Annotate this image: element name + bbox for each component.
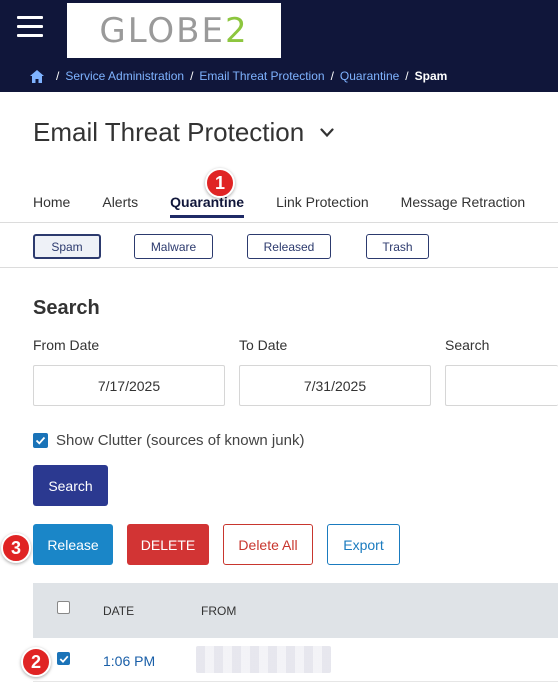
delete-all-button[interactable]: Delete All: [223, 524, 313, 565]
tab-link-protection[interactable]: Link Protection: [276, 194, 369, 222]
show-clutter-row: Show Clutter (sources of known junk): [33, 432, 304, 449]
filter-spam-button[interactable]: Spam: [33, 234, 101, 259]
row-date[interactable]: 1:06 PM: [103, 653, 155, 669]
filter-trash-button[interactable]: Trash: [366, 234, 429, 259]
filter-malware-button[interactable]: Malware: [134, 234, 213, 259]
breadcrumb-separator: /: [405, 69, 409, 83]
breadcrumb-current: Spam: [414, 69, 448, 83]
row-checkbox[interactable]: [57, 652, 70, 665]
to-date-label: To Date: [239, 337, 288, 353]
quarantine-filter-bar: Spam Malware Released Trash: [33, 234, 429, 259]
search-button[interactable]: Search: [33, 465, 108, 506]
checkmark-icon: [59, 655, 68, 663]
breadcrumb: / Service Administration / Email Threat …: [30, 67, 447, 85]
show-clutter-label: Show Clutter (sources of known junk): [56, 432, 305, 449]
breadcrumb-separator: /: [190, 69, 194, 83]
top-navigation-bar: GLOBE2 / Service Administration / Email …: [0, 0, 558, 92]
select-all-checkbox[interactable]: [57, 601, 70, 614]
chevron-down-icon[interactable]: [320, 127, 334, 138]
logo[interactable]: GLOBE2: [67, 3, 281, 58]
breadcrumb-service-administration[interactable]: Service Administration: [65, 69, 184, 83]
from-date-label: From Date: [33, 337, 100, 353]
column-header-from[interactable]: FROM: [201, 604, 236, 618]
page-title-row: Email Threat Protection: [33, 117, 334, 148]
breadcrumb-email-threat-protection[interactable]: Email Threat Protection: [199, 69, 324, 83]
show-clutter-checkbox[interactable]: [33, 433, 48, 448]
table-header: DATE FROM: [33, 583, 558, 638]
search-input[interactable]: [445, 365, 558, 406]
table-row[interactable]: 1:06 PM: [33, 638, 558, 682]
tab-quarantine[interactable]: Quarantine: [170, 194, 244, 222]
search-label: Search: [445, 337, 490, 353]
tab-alerts[interactable]: Alerts: [102, 194, 138, 222]
to-date-input[interactable]: 7/31/2025: [239, 365, 431, 406]
checkmark-icon: [35, 436, 46, 445]
tab-home[interactable]: Home: [33, 194, 70, 222]
callout-badge-3: 3: [1, 533, 31, 563]
from-date-input[interactable]: 7/17/2025: [33, 365, 225, 406]
callout-badge-1: 1: [205, 168, 235, 198]
page-title: Email Threat Protection: [33, 117, 305, 147]
logo-text: GLOBE2: [99, 10, 249, 51]
export-button[interactable]: Export: [327, 524, 400, 565]
release-button[interactable]: Release: [33, 524, 113, 565]
breadcrumb-separator: /: [56, 69, 60, 83]
delete-button[interactable]: DELETE: [127, 524, 209, 565]
row-from-redacted: [196, 646, 331, 673]
home-icon[interactable]: [30, 69, 44, 83]
hamburger-menu-icon[interactable]: [17, 16, 43, 40]
column-header-date[interactable]: DATE: [103, 604, 134, 618]
filter-released-button[interactable]: Released: [247, 234, 331, 259]
divider: [0, 267, 558, 268]
breadcrumb-quarantine[interactable]: Quarantine: [340, 69, 399, 83]
search-heading: Search: [33, 297, 100, 319]
breadcrumb-separator: /: [330, 69, 334, 83]
tab-message-retraction[interactable]: Message Retraction: [401, 194, 526, 222]
callout-badge-2: 2: [21, 647, 51, 677]
divider: [0, 222, 558, 223]
tab-bar: Home Alerts Quarantine Link Protection M…: [33, 194, 557, 222]
